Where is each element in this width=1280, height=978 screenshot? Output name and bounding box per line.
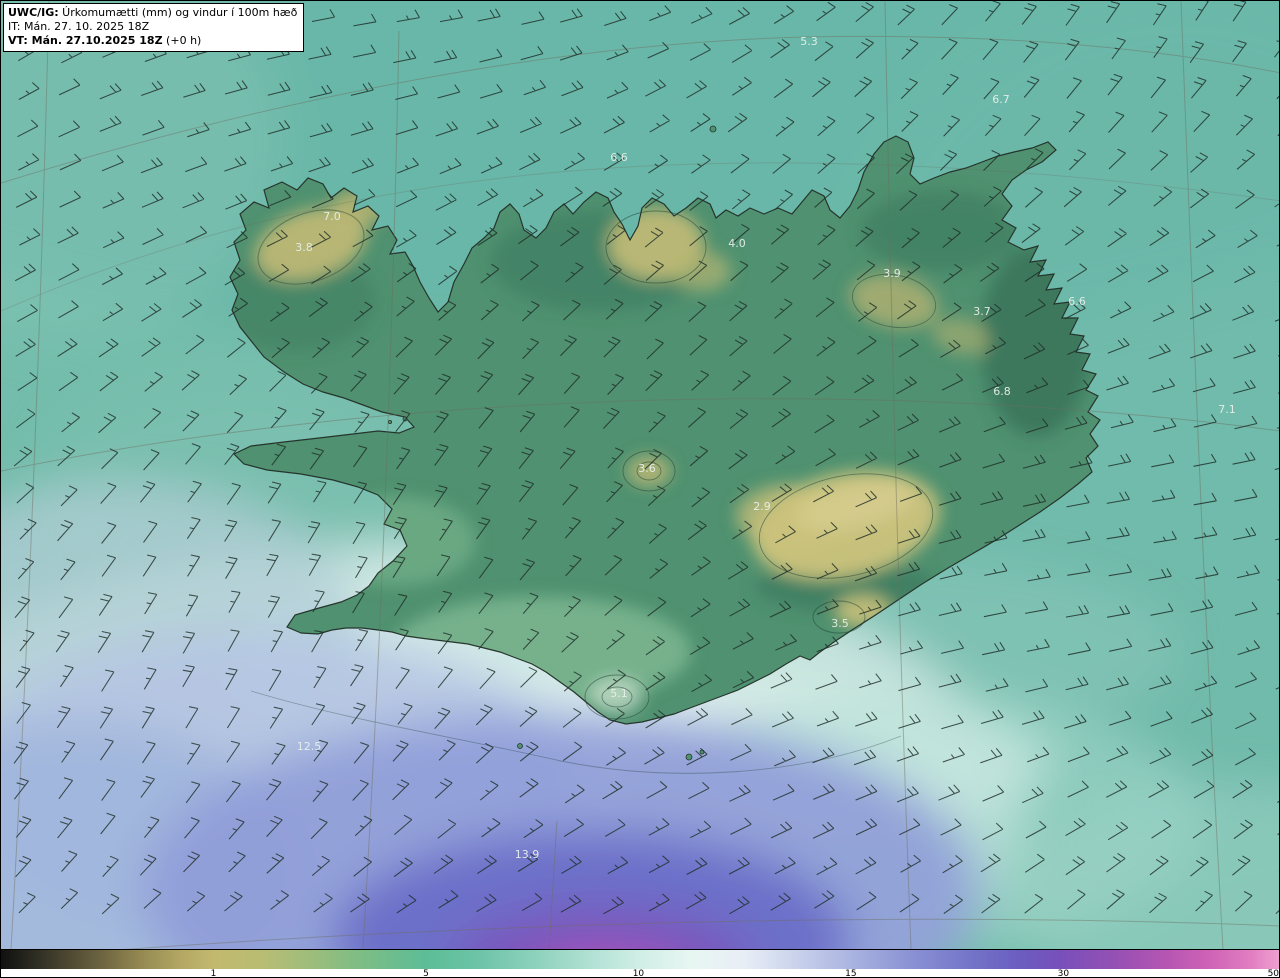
precip-value-label: 3.5	[831, 617, 849, 630]
precip-value-label: 6.6	[1068, 295, 1086, 308]
colorbar-tick-label: 1	[210, 969, 217, 978]
map-title: UWC/IG: Úrkomumætti (mm) og vindur í 100…	[8, 6, 297, 20]
precip-value-label: 6.7	[992, 93, 1010, 106]
title-box: UWC/IG: Úrkomumætti (mm) og vindur í 100…	[3, 3, 305, 52]
precip-value-label: 7.0	[323, 210, 341, 223]
precip-value-label: 6.6	[610, 151, 628, 164]
precip-value-label: 3.6	[638, 462, 656, 475]
precip-value-label: 7.1	[1218, 403, 1236, 416]
colorbar: 1 5 10 15 30 50	[1, 949, 1280, 978]
valid-time: VT: Mán. 27.10.2025 18Z (+0 h)	[8, 34, 297, 48]
model-name: UWC/IG:	[8, 6, 59, 19]
colorbar-tick-label: 5	[423, 969, 429, 978]
colorbar-tick-label: 50	[1267, 969, 1280, 978]
precip-value-label: 3.7	[973, 305, 991, 318]
precipitation-wind-map: 5.3 6.7 6.6 7.0 3.8 4.0 3.9 6.6 3.7 6.8 7.1 3.6 2.9 3…	[1, 1, 1279, 949]
precip-value-label: 5.3	[800, 35, 818, 48]
precip-value-label: 2.9	[753, 500, 771, 513]
map-title-text: Úrkomumætti (mm) og vindur í 100m hæð	[58, 6, 298, 19]
colorbar-tick-label: 30	[1057, 969, 1070, 978]
precip-value-label: 3.9	[883, 267, 901, 280]
colorbar-tick-label: 15	[845, 969, 857, 978]
colorbar-tick-label: 10	[632, 969, 645, 978]
precip-value-label: 3.8	[295, 241, 313, 254]
weather-map-frame: 5.3 6.7 6.6 7.0 3.8 4.0 3.9 6.6 3.7 6.8 7.1 3.6 2.9 3…	[0, 0, 1280, 978]
colorbar-gradient	[1, 950, 1279, 969]
precip-value-label: 5.1	[610, 687, 628, 700]
precip-value-label: 4.0	[728, 237, 746, 250]
init-time: IT: Mán. 27. 10. 2025 18Z	[8, 20, 150, 33]
precip-value-label: 12.5	[297, 740, 322, 753]
precip-value-label: 6.8	[993, 385, 1011, 398]
valid-time-bold: VT: Mán. 27.10.2025 18Z	[8, 34, 163, 47]
precip-value-label: 13.9	[515, 848, 540, 861]
valid-time-offset: (+0 h)	[162, 34, 202, 47]
colorbar-tick-labels: 1 5 10 15 30 50	[1, 969, 1280, 978]
